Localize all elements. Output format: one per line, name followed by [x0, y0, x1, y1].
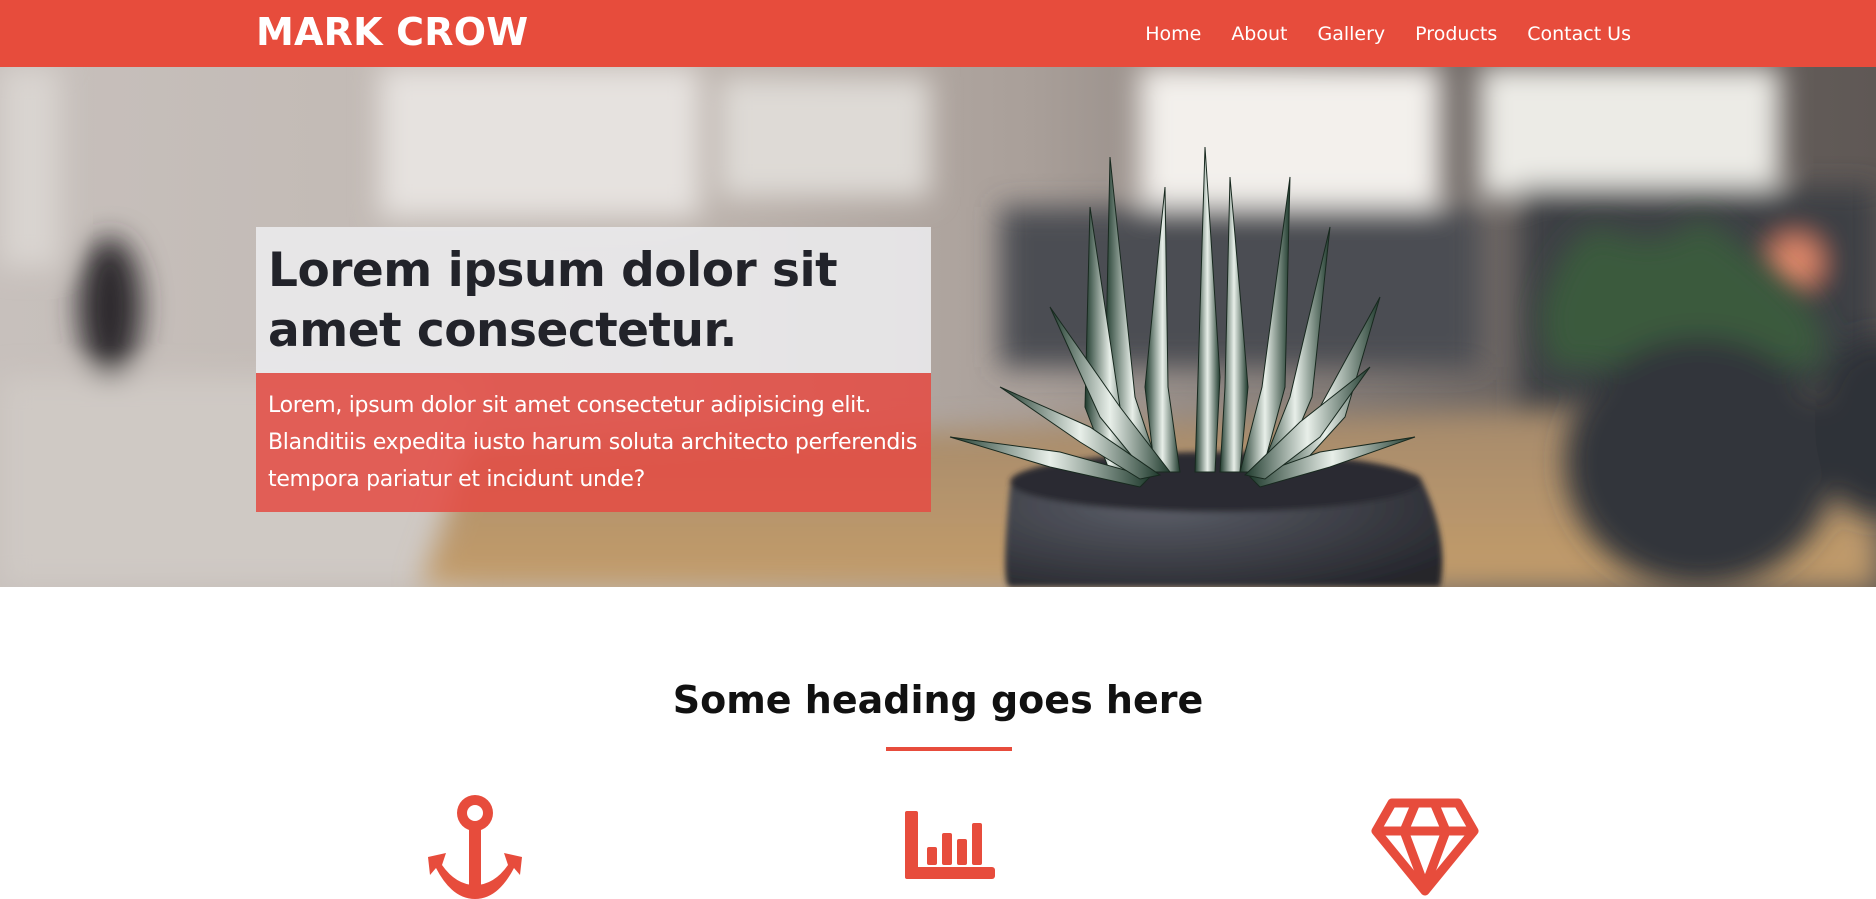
nav-link-products[interactable]: Products — [1415, 23, 1497, 45]
hero-text: Lorem, ipsum dolor sit amet consectetur … — [268, 393, 918, 492]
brand-logo[interactable]: MARK CROW — [256, 8, 528, 56]
hero-text-box: Lorem, ipsum dolor sit amet consectetur … — [256, 373, 931, 512]
bar-chart-icon — [905, 811, 995, 879]
nav-link-about[interactable]: About — [1231, 23, 1287, 45]
nav-menu: Home About Gallery Products Contact Us — [1115, 0, 1631, 67]
diamond-icon — [1371, 798, 1479, 896]
section-heading: Some heading goes here — [672, 678, 1204, 722]
navbar: MARK CROW Home About Gallery Products Co… — [0, 0, 1876, 67]
hero-title: Lorem ipsum dolor sit amet consectetur. — [268, 243, 838, 358]
heading-underline — [886, 747, 1012, 751]
nav-link-home[interactable]: Home — [1145, 23, 1201, 45]
nav-link-gallery[interactable]: Gallery — [1318, 23, 1386, 45]
anchor-icon — [428, 795, 522, 899]
hero-section: Lorem ipsum dolor sit amet consectetur. … — [0, 67, 1876, 587]
hero-title-box: Lorem ipsum dolor sit amet consectetur. — [256, 227, 931, 373]
nav-link-contact[interactable]: Contact Us — [1527, 23, 1631, 45]
hero-card: Lorem ipsum dolor sit amet consectetur. … — [256, 227, 931, 512]
